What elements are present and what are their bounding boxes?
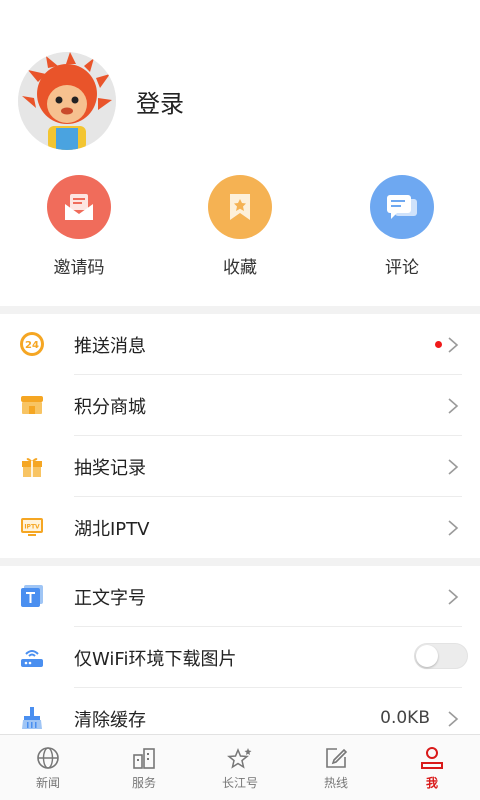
tab-hotline[interactable]: 热线: [288, 735, 384, 800]
menu-label: 积分商城: [74, 397, 146, 418]
profile-header: 登录: [0, 0, 480, 160]
menu-label: 清除缓存: [74, 710, 146, 731]
invite-code-button[interactable]: 邀请码: [19, 170, 139, 278]
chevron-right-icon: [448, 337, 459, 353]
chevron-right-icon: [448, 589, 459, 605]
iptv-icon: IPTV: [19, 514, 45, 540]
comments-label: 评论: [385, 258, 419, 278]
quick-actions: 邀请码 收藏 评论: [0, 170, 480, 290]
bottom-tab-bar: 新闻 服务 长江号 热线 我: [0, 734, 480, 800]
font-size-icon: [19, 583, 45, 609]
tab-label: 长江号: [221, 776, 258, 790]
shop-icon: [19, 392, 45, 418]
svg-text:24: 24: [25, 340, 39, 351]
menu-item-lottery-records[interactable]: 抽奖记录: [0, 436, 480, 497]
favorites-button[interactable]: 收藏: [180, 170, 300, 278]
gift-icon: [19, 453, 45, 479]
comments-button[interactable]: 评论: [342, 170, 462, 278]
login-link[interactable]: 登录: [136, 84, 184, 119]
menu-item-wifi-only-images: 仅WiFi环境下载图片: [0, 627, 480, 688]
tab-services[interactable]: 服务: [96, 735, 192, 800]
tab-label: 我: [425, 776, 438, 790]
broom-icon: [19, 705, 45, 731]
chevron-right-icon: [448, 520, 459, 536]
toggle-knob: [416, 645, 438, 667]
bookmark-icon: [208, 175, 272, 239]
tab-news[interactable]: 新闻: [0, 735, 96, 800]
tab-changjiang[interactable]: 长江号: [192, 735, 288, 800]
avatar[interactable]: [18, 52, 116, 150]
section-divider: [0, 558, 480, 566]
menu-label: 正文字号: [74, 588, 146, 609]
menu-item-push-messages[interactable]: 24 推送消息: [0, 314, 480, 375]
comment-icon: [370, 175, 434, 239]
push-24-icon: 24: [19, 331, 45, 357]
menu-label: 仅WiFi环境下载图片: [74, 649, 237, 670]
menu-item-font-size[interactable]: 正文字号: [0, 566, 480, 627]
menu-item-points-mall[interactable]: 积分商城: [0, 375, 480, 436]
stars-icon: [227, 748, 252, 769]
user-icon: [421, 747, 443, 769]
lion-mascot-icon: [18, 52, 116, 150]
chevron-right-icon: [448, 398, 459, 414]
chevron-right-icon: [448, 711, 459, 727]
globe-icon: [37, 747, 59, 769]
buildings-icon: [133, 748, 155, 769]
chevron-right-icon: [448, 459, 459, 475]
menu-item-iptv[interactable]: IPTV 湖北IPTV: [0, 497, 480, 558]
notification-dot: [435, 341, 442, 348]
menu-label: 推送消息: [74, 336, 146, 357]
invite-code-label: 邀请码: [53, 258, 105, 278]
envelope-icon: [47, 175, 111, 239]
wifi-router-icon: [19, 644, 45, 670]
tab-label: 服务: [131, 776, 156, 790]
menu-label: 湖北IPTV: [74, 519, 150, 540]
tab-me[interactable]: 我: [384, 735, 480, 800]
menu-label: 抽奖记录: [74, 458, 146, 479]
tab-label: 新闻: [35, 776, 60, 790]
section-divider: [0, 306, 480, 314]
cache-size-value: 0.0KB: [380, 708, 430, 728]
tab-label: 热线: [323, 776, 348, 790]
edit-icon: [326, 748, 348, 768]
favorites-label: 收藏: [223, 258, 257, 278]
svg-text:IPTV: IPTV: [24, 524, 40, 531]
wifi-only-toggle[interactable]: [414, 643, 468, 669]
